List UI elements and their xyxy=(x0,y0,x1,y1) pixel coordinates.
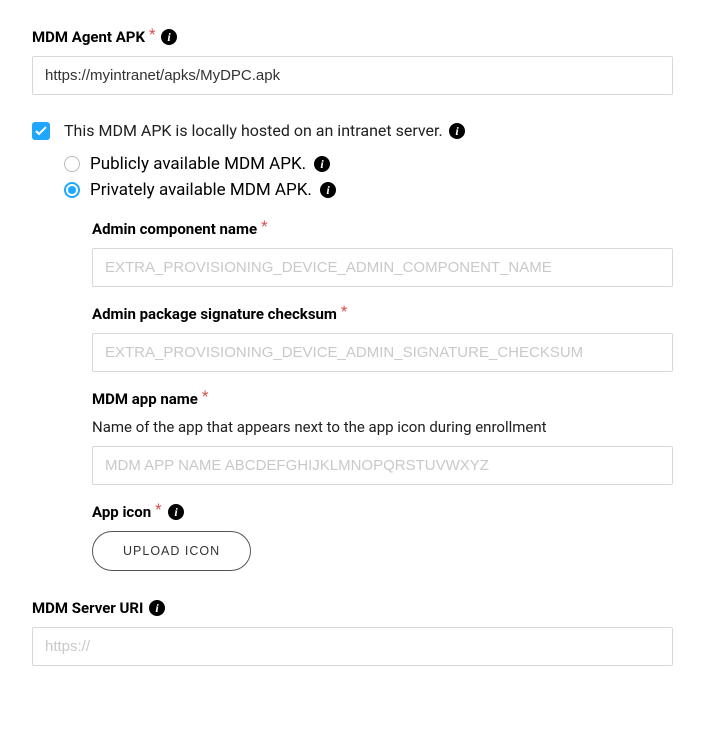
mdm-agent-apk-input[interactable] xyxy=(32,56,673,95)
required-asterisk: * xyxy=(155,500,161,518)
required-asterisk: * xyxy=(149,25,155,43)
private-apk-radio[interactable] xyxy=(64,182,80,198)
mdm-server-uri-label: MDM Server URI xyxy=(32,599,143,617)
info-icon[interactable]: i xyxy=(449,123,465,139)
public-apk-radio[interactable] xyxy=(64,156,80,172)
mdm-app-name-input[interactable] xyxy=(92,446,673,485)
info-icon[interactable]: i xyxy=(149,600,165,616)
required-asterisk: * xyxy=(341,302,347,320)
signature-checksum-label: Admin package signature checksum xyxy=(92,305,337,323)
mdm-app-name-hint: Name of the app that appears next to the… xyxy=(92,418,673,436)
signature-checksum-input[interactable] xyxy=(92,333,673,372)
info-icon[interactable]: i xyxy=(314,156,330,172)
info-icon[interactable]: i xyxy=(168,504,184,520)
mdm-agent-apk-label: MDM Agent APK xyxy=(32,28,145,46)
admin-component-input[interactable] xyxy=(92,248,673,287)
public-apk-label: Publicly available MDM APK. xyxy=(90,154,306,174)
locally-hosted-checkbox[interactable] xyxy=(32,122,50,140)
private-apk-label: Privately available MDM APK. xyxy=(90,180,312,200)
mdm-server-uri-input[interactable] xyxy=(32,627,673,666)
required-asterisk: * xyxy=(202,387,208,405)
info-icon[interactable]: i xyxy=(320,182,336,198)
required-asterisk: * xyxy=(261,217,267,235)
locally-hosted-label: This MDM APK is locally hosted on an int… xyxy=(64,121,443,140)
info-icon[interactable]: i xyxy=(161,29,177,45)
admin-component-label: Admin component name xyxy=(92,220,257,238)
app-icon-label: App icon xyxy=(92,503,151,521)
mdm-app-name-label: MDM app name xyxy=(92,390,198,408)
upload-icon-button[interactable]: UPLOAD ICON xyxy=(92,531,251,571)
